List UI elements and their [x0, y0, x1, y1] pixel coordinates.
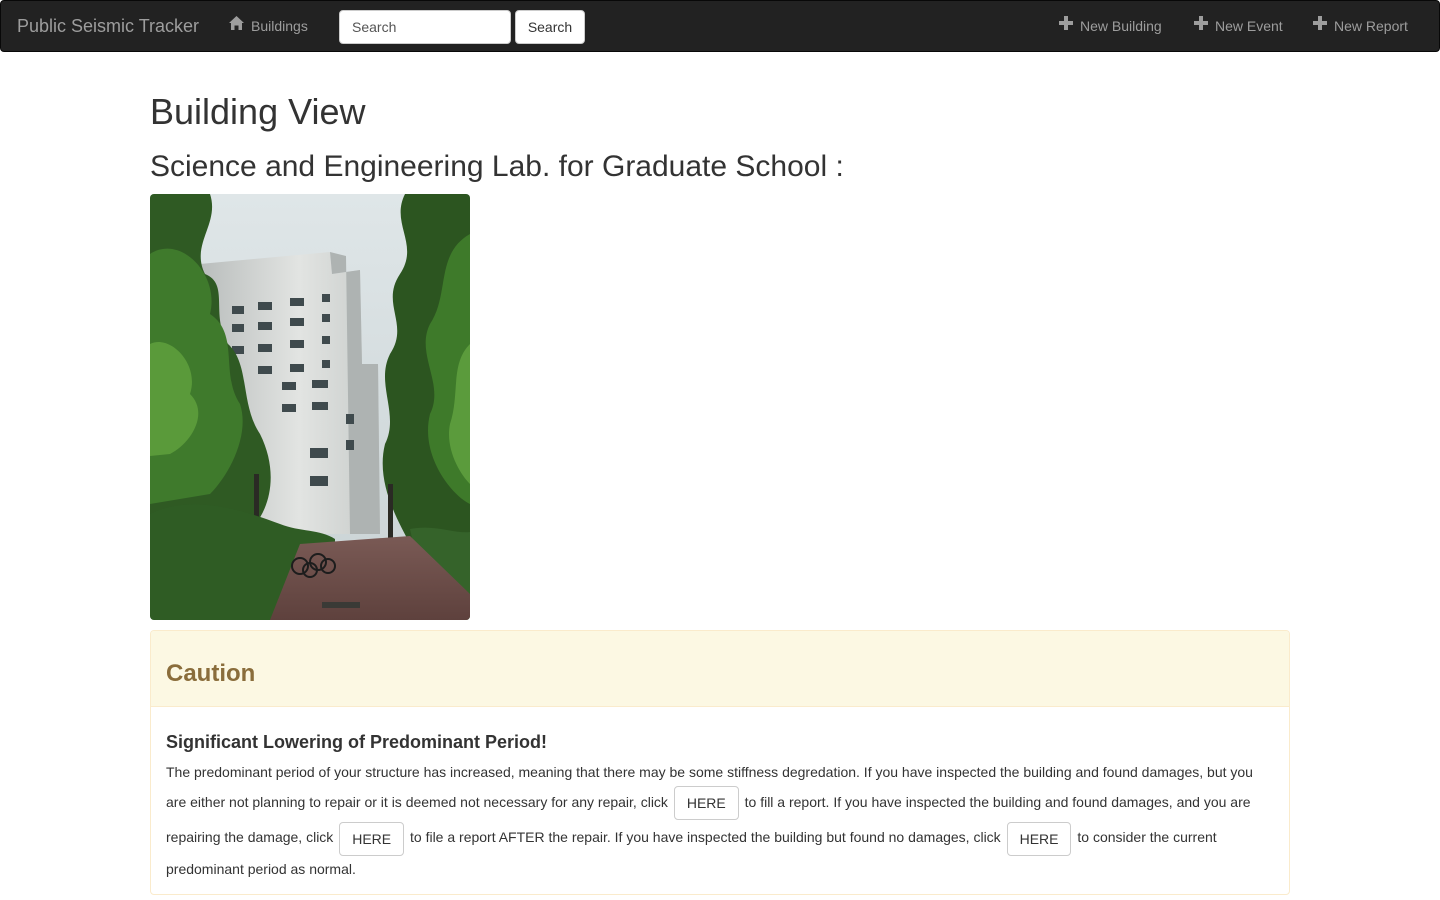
caution-text-3b: to file a report AFTER the repair. If yo…: [410, 829, 1001, 846]
caution-text-2b: to fill a report. If you have inspected …: [744, 794, 1251, 810]
building-photo: [150, 194, 470, 620]
search-input[interactable]: [339, 10, 511, 44]
caution-panel-body: Significant Lowering of Predominant Peri…: [151, 707, 1289, 882]
nav-new-building-link[interactable]: New Building: [1059, 1, 1162, 51]
home-icon: [229, 0, 244, 50]
plus-icon: [1194, 0, 1208, 50]
nav-new-event-label: New Event: [1215, 18, 1283, 34]
nav-new-event-link[interactable]: New Event: [1194, 1, 1283, 51]
page-title: Building View: [150, 91, 366, 132]
caution-text-3c: to consider the current: [1077, 829, 1217, 846]
brand-link[interactable]: Public Seismic Tracker: [17, 1, 199, 51]
plus-icon: [1313, 0, 1327, 50]
nav-new-report-label: New Report: [1334, 18, 1408, 34]
caution-line-1: The predominant period of your structure…: [166, 764, 1253, 780]
here-button-file-after-repair[interactable]: HERE: [339, 821, 405, 856]
nav-new-building-label: New Building: [1080, 18, 1162, 34]
nav-buildings-label: Buildings: [251, 18, 308, 34]
caution-line-4: predominant period as normal.: [166, 860, 356, 877]
caution-panel-heading: Caution: [151, 631, 1289, 707]
caution-panel: Caution Significant Lowering of Predomin…: [150, 630, 1290, 895]
here-button-consider-normal[interactable]: HERE: [1006, 821, 1072, 856]
caution-line-2: are either not planning to repair or it …: [166, 785, 1274, 821]
building-name: Science and Engineering Lab. for Graduat…: [150, 150, 844, 183]
caution-text-2a: are either not planning to repair or it …: [166, 794, 668, 810]
caution-line-3: repairing the damage, click HERE to file…: [166, 820, 1274, 856]
top-navbar: Public Seismic Tracker Buildings Search …: [0, 0, 1440, 52]
caution-subtitle: Significant Lowering of Predominant Peri…: [166, 732, 548, 752]
caution-title: Caution: [166, 660, 256, 687]
search-button[interactable]: Search: [515, 10, 585, 44]
caution-text-3a: repairing the damage, click: [166, 829, 334, 846]
nav-buildings-link[interactable]: Buildings: [229, 1, 308, 51]
plus-icon: [1059, 0, 1073, 50]
nav-new-report-link[interactable]: New Report: [1313, 1, 1408, 51]
caution-message: The predominant period of your structure…: [166, 759, 1274, 882]
here-button-fill-report[interactable]: HERE: [673, 786, 739, 821]
